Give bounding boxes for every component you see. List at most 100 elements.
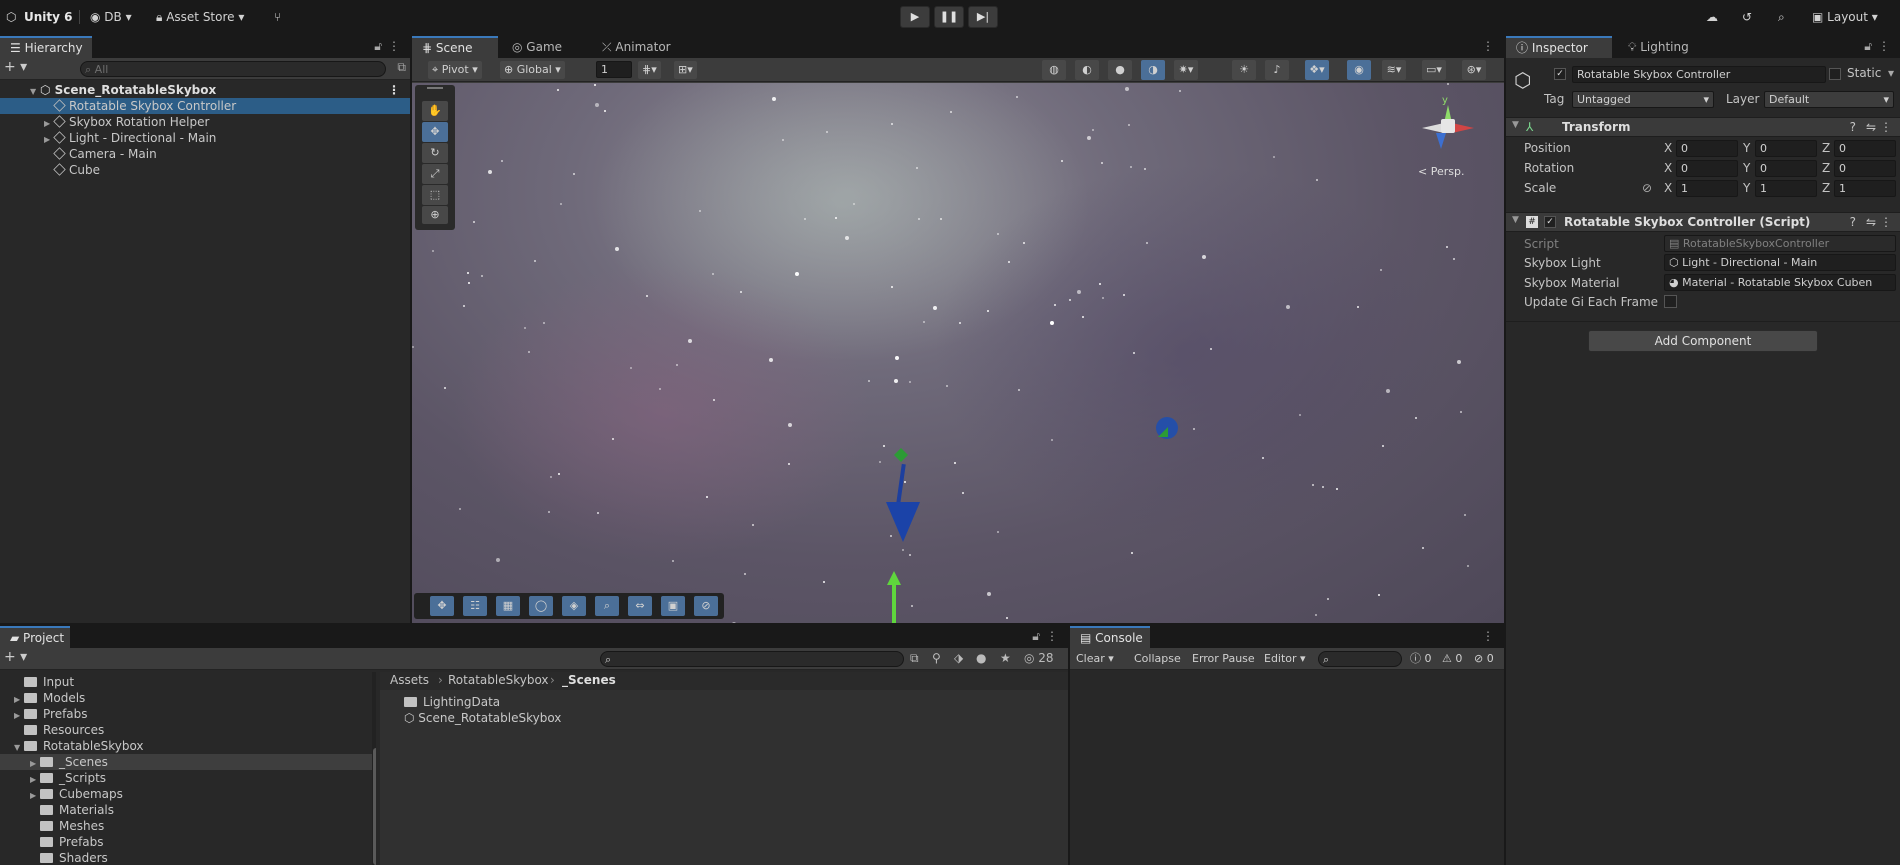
collapse-button[interactable]: Collapse (1130, 650, 1185, 668)
clear-button[interactable]: Clear ▾ (1072, 650, 1118, 668)
hierarchy-item[interactable]: Rotatable Skybox Controller (0, 98, 410, 114)
hierarchy-item[interactable]: Cube (0, 162, 410, 178)
step-button[interactable]: ▶| (968, 6, 998, 28)
axis-label-y[interactable]: Y (1743, 161, 1750, 175)
active-checkbox[interactable]: ✓ (1554, 68, 1566, 80)
hierarchy-item[interactable]: ▶ Light - Directional - Main (0, 130, 410, 146)
tree-item[interactable]: Resources (0, 722, 376, 738)
scene-viewport[interactable]: ✋ ✥ ↻ ⤢ ⬚ ⊕ y < Persp. ✥ ☷ ▦ ◯ ◈ ⌕ ⇔ ▣ ⊘ (412, 83, 1504, 623)
add-component-button[interactable]: Add Component (1588, 330, 1818, 352)
lock-icon[interactable]: 🔓︎ (1864, 39, 1872, 54)
hierarchy-search-input[interactable]: ⌕ All (80, 61, 386, 77)
tab-inspector[interactable]: ⓘ Inspector (1506, 36, 1612, 58)
tree-item[interactable]: ▼ RotatableSkybox (0, 738, 376, 754)
zoom-icon[interactable]: ⌕ (595, 596, 619, 616)
audio-toggle-icon[interactable]: ♪ (1265, 60, 1289, 80)
tag-dropdown[interactable]: Untagged ▾ (1572, 91, 1714, 108)
more-menu-icon[interactable]: ⋮ (1878, 39, 1890, 53)
script-component-header[interactable]: ▼ # ✓ Rotatable Skybox Controller (Scrip… (1506, 212, 1900, 232)
tree-item[interactable]: ▶ Models (0, 690, 376, 706)
camera-settings-icon[interactable]: ▭▾ (1422, 60, 1446, 80)
error-filter-icon[interactable]: ● (976, 651, 986, 665)
axis-label-z[interactable]: Z (1822, 181, 1830, 195)
account-dropdown[interactable]: ◉ DB ▾ (90, 8, 132, 26)
breadcrumb-assets[interactable]: Assets (390, 673, 429, 687)
wireframe-icon[interactable]: ◍ (1042, 60, 1066, 80)
favorite-icon[interactable]: ★ (1000, 651, 1011, 665)
create-button[interactable]: + ▾ (4, 649, 27, 665)
layers-overlay-icon[interactable]: ◈ (562, 596, 586, 616)
tab-scene[interactable]: ⋕ Scene (412, 36, 498, 58)
directional-light-gizmo[interactable] (884, 448, 920, 542)
transform-header[interactable]: ▼ ⅄ Transform ? ⇋ ⋮ (1506, 117, 1900, 137)
log-toggle[interactable]: ⓘ 0 (1406, 650, 1436, 668)
lock-icon[interactable]: 🔓︎ (1032, 629, 1040, 644)
increment-snap-icon[interactable]: ⊞▾ (674, 61, 697, 79)
scale-x-input[interactable]: 1 (1676, 180, 1738, 197)
position-z-input[interactable]: 0 (1834, 140, 1896, 157)
preset-icon[interactable]: ⇋ (1866, 120, 1876, 134)
scale-z-input[interactable]: 1 (1834, 180, 1896, 197)
tab-hierarchy[interactable]: ☰ Hierarchy (0, 36, 92, 58)
hierarchy-item[interactable]: ▶ Skybox Rotation Helper (0, 114, 410, 130)
hidden-count[interactable]: ◎ 28 (1024, 651, 1054, 665)
label-filter-icon[interactable]: ⬗ (954, 651, 963, 665)
scene-menu-icon[interactable]: ⋮ (388, 82, 400, 98)
help-icon[interactable]: ? (1850, 215, 1856, 229)
help-icon[interactable]: ? (1850, 120, 1856, 134)
tree-item[interactable]: Materials (0, 802, 376, 818)
scene-root-row[interactable]: ▼ ⬡ Scene_RotatableSkybox ⋮ (0, 82, 410, 98)
play-button[interactable]: ▶ (900, 6, 930, 28)
pivot-dropdown[interactable]: ⌖ Pivot ▾ (428, 61, 482, 79)
shaded-wireframe-icon[interactable]: ◐ (1075, 60, 1099, 80)
tree-item[interactable]: ▶ Prefabs (0, 706, 376, 722)
cloud-icon[interactable]: ☁ (1706, 8, 1718, 26)
search-options-icon[interactable]: ⧉ (397, 60, 406, 75)
rotation-z-input[interactable]: 0 (1834, 160, 1896, 177)
component-enabled-checkbox[interactable]: ✓ (1544, 216, 1556, 228)
tab-project[interactable]: ▰ Project (0, 626, 70, 648)
gizmos-icon[interactable]: ⊛▾ (1462, 60, 1486, 80)
layers-icon[interactable]: ≋▾ (1382, 60, 1406, 80)
search-icon[interactable]: ⌕ (1778, 8, 1785, 26)
tree-scrollbar[interactable] (373, 748, 376, 865)
breadcrumb-rotatableskybox[interactable]: RotatableSkybox (448, 673, 549, 687)
axis-label-y[interactable]: Y (1743, 141, 1750, 155)
axis-label-x[interactable]: X (1664, 141, 1672, 155)
unlit-icon[interactable]: ◑ (1141, 60, 1165, 80)
compass-icon[interactable]: ⊘ (694, 596, 718, 616)
orientation-gizmo[interactable]: y < Persp. (1416, 93, 1486, 183)
tree-item[interactable]: Prefabs (0, 834, 376, 850)
visibility-icon[interactable]: ◉ (1347, 60, 1371, 80)
type-filter-icon[interactable]: ⚲ (932, 651, 941, 665)
effects-icon[interactable]: ❖▾ (1305, 60, 1329, 80)
sliders-icon[interactable]: ☷ (463, 596, 487, 616)
hierarchy-item[interactable]: Camera - Main (0, 146, 410, 162)
project-search-input[interactable]: ⌕ (600, 651, 904, 667)
camera-gizmo[interactable] (1156, 417, 1178, 439)
hand-tool-icon[interactable]: ✋ (422, 101, 448, 121)
lock-icon[interactable]: 🔓︎ (374, 39, 382, 54)
tree-item[interactable]: Meshes (0, 818, 376, 834)
preset-icon[interactable]: ⇋ (1866, 215, 1876, 229)
object-name-input[interactable]: Rotatable Skybox Controller (1572, 66, 1826, 83)
tree-item[interactable]: Shaders (0, 850, 376, 865)
lighting-toggle-icon[interactable]: ☀ (1232, 60, 1256, 80)
axis-label-z[interactable]: Z (1822, 161, 1830, 175)
version-control-icon[interactable]: ⑂ (274, 8, 281, 26)
axis-label-x[interactable]: X (1664, 161, 1672, 175)
create-button[interactable]: + ▾ (4, 59, 27, 75)
search-filter-icon[interactable]: ⧉ (910, 651, 919, 666)
static-checkbox[interactable] (1829, 68, 1841, 80)
move-icon[interactable]: ✥ (430, 596, 454, 616)
transform-tool-icon[interactable]: ⊕ (422, 206, 448, 224)
update-gi-checkbox[interactable] (1664, 295, 1677, 308)
camera-icon[interactable]: ▣ (661, 596, 685, 616)
axis-label-x[interactable]: X (1664, 181, 1672, 195)
rotation-x-input[interactable]: 0 (1676, 160, 1738, 177)
component-menu-icon[interactable]: ⋮ (1880, 120, 1892, 134)
shaded-icon[interactable]: ● (1108, 60, 1132, 80)
asset-store-dropdown[interactable]: 🔒︎ Asset Store ▾ (156, 8, 244, 26)
error-toggle[interactable]: ⊘ 0 (1470, 650, 1498, 668)
rotate-tool-icon[interactable]: ↻ (422, 143, 448, 163)
